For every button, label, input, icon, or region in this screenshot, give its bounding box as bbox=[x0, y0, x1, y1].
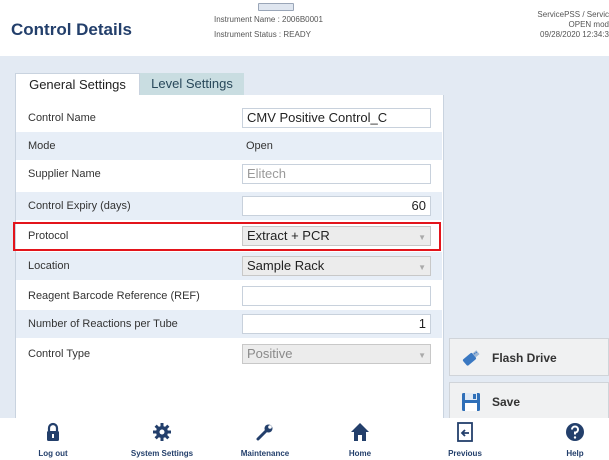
previous-screen-icon bbox=[455, 422, 475, 442]
row-control-expiry: Control Expiry (days) 60 bbox=[16, 192, 442, 220]
usb-drive-icon bbox=[460, 348, 482, 368]
session-info: ServicePSS / Servic OPEN mod 09/28/2020 … bbox=[489, 10, 609, 40]
floppy-disk-icon bbox=[460, 392, 482, 412]
maintenance-label: Maintenance bbox=[240, 449, 290, 458]
instrument-indicator bbox=[258, 3, 294, 11]
row-control-type: Control Type Positive ▼ bbox=[16, 340, 442, 368]
page-title: Control Details bbox=[11, 20, 132, 39]
supplier-name-label: Supplier Name bbox=[28, 168, 101, 180]
user-name: ServicePSS / Servic bbox=[537, 10, 609, 19]
reagent-barcode-input[interactable] bbox=[242, 286, 431, 306]
save-button[interactable]: Save bbox=[449, 382, 609, 420]
tab-level-settings[interactable]: Level Settings bbox=[140, 73, 244, 95]
control-expiry-label: Control Expiry (days) bbox=[28, 200, 131, 212]
supplier-name-input: Elitech bbox=[242, 164, 431, 184]
bottom-nav bbox=[0, 418, 609, 460]
flash-drive-button[interactable]: Flash Drive bbox=[449, 338, 609, 376]
row-reactions-per-tube: Number of Reactions per Tube 1 bbox=[16, 310, 442, 338]
tab-general-settings[interactable]: General Settings bbox=[15, 73, 140, 95]
home-button[interactable]: Home bbox=[335, 420, 385, 460]
home-label: Home bbox=[348, 449, 372, 458]
mode-label: Mode bbox=[28, 140, 56, 152]
control-name-label: Control Name bbox=[28, 112, 96, 124]
save-label: Save bbox=[492, 395, 521, 409]
location-select[interactable]: Sample Rack ▼ bbox=[242, 256, 431, 276]
control-name-input[interactable]: CMV Positive Control_C bbox=[242, 108, 431, 128]
gear-icon bbox=[152, 422, 172, 442]
dropdown-caret-icon: ▼ bbox=[418, 351, 426, 360]
row-control-name: Control Name CMV Positive Control_C bbox=[16, 104, 442, 132]
mode-value: Open bbox=[246, 140, 273, 152]
previous-label: Previous bbox=[448, 449, 482, 458]
row-location: Location Sample Rack ▼ bbox=[16, 252, 442, 280]
flash-drive-label: Flash Drive bbox=[492, 351, 557, 365]
control-type-select[interactable]: Positive ▼ bbox=[242, 344, 431, 364]
control-type-label: Control Type bbox=[28, 348, 91, 360]
home-icon bbox=[350, 422, 370, 442]
control-type-value: Positive bbox=[247, 346, 293, 361]
instrument-name: Instrument Name : 2006B0001 bbox=[214, 15, 323, 24]
row-reagent-barcode: Reagent Barcode Reference (REF) bbox=[16, 282, 442, 310]
system-settings-label: System Settings bbox=[130, 449, 194, 458]
help-icon bbox=[565, 422, 585, 442]
location-value: Sample Rack bbox=[247, 258, 325, 273]
wrench-icon bbox=[255, 422, 275, 442]
location-label: Location bbox=[28, 260, 70, 272]
instrument-status: Instrument Status : READY bbox=[214, 30, 311, 39]
system-settings-button[interactable]: System Settings bbox=[117, 420, 207, 460]
previous-button[interactable]: Previous bbox=[440, 420, 490, 460]
header-bar: Control Details Instrument Name : 2006B0… bbox=[0, 0, 609, 56]
logout-button[interactable]: Log out bbox=[28, 420, 78, 460]
datetime: 09/28/2020 12:34:3 bbox=[540, 30, 609, 39]
help-button[interactable]: Help bbox=[555, 420, 595, 460]
access-mode: OPEN mod bbox=[568, 20, 609, 29]
control-expiry-input[interactable]: 60 bbox=[242, 196, 431, 216]
dropdown-caret-icon: ▼ bbox=[418, 263, 426, 272]
lock-icon bbox=[43, 422, 63, 442]
logout-label: Log out bbox=[38, 449, 68, 458]
row-mode: Mode Open bbox=[16, 132, 442, 160]
reactions-per-tube-label: Number of Reactions per Tube bbox=[28, 318, 178, 330]
maintenance-button[interactable]: Maintenance bbox=[230, 420, 300, 460]
reagent-barcode-label: Reagent Barcode Reference (REF) bbox=[28, 290, 200, 302]
reactions-per-tube-input[interactable]: 1 bbox=[242, 314, 431, 334]
row-supplier-name: Supplier Name Elitech bbox=[16, 160, 442, 188]
help-label: Help bbox=[566, 449, 584, 458]
protocol-highlight-box bbox=[13, 222, 441, 251]
